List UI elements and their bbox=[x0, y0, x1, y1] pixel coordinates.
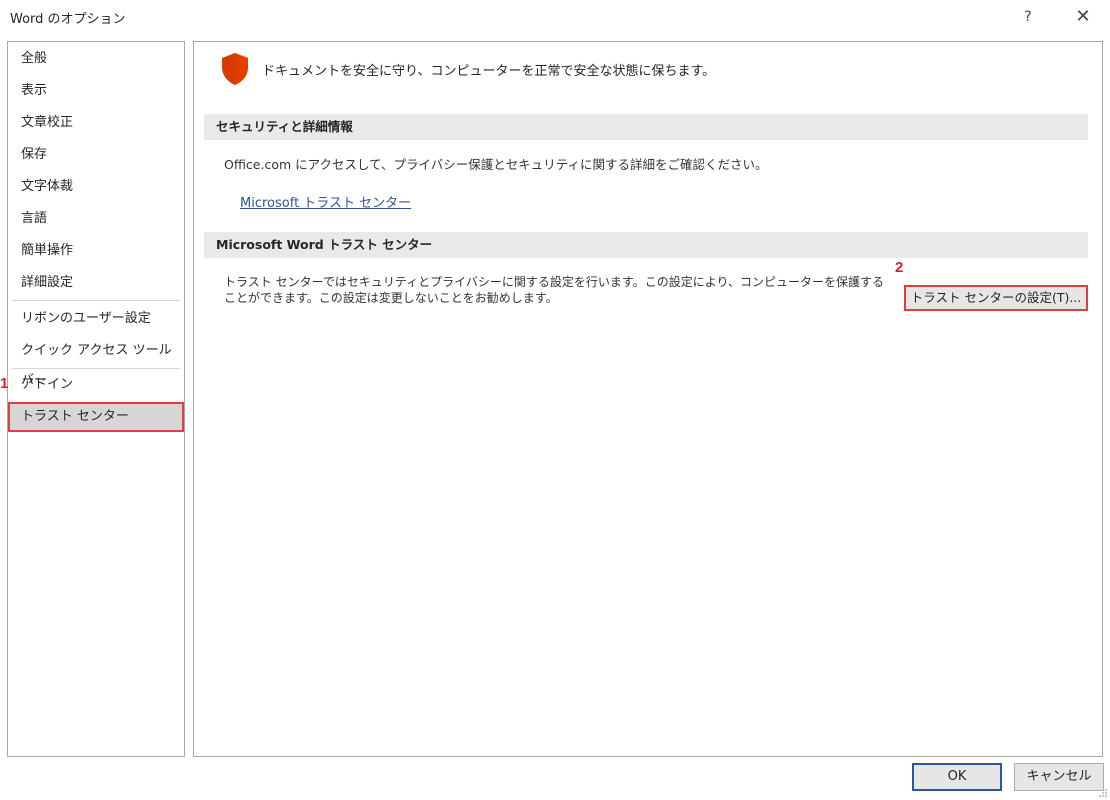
trust-section-header: Microsoft Word トラスト センター bbox=[204, 232, 1088, 258]
annotation-marker-1: 1 bbox=[0, 375, 9, 392]
annotation-marker-2: 2 bbox=[895, 259, 904, 276]
close-button[interactable]: ✕ bbox=[1068, 4, 1098, 30]
shield-icon bbox=[222, 53, 248, 85]
nav-item-quick-access-toolbar[interactable]: クイック アクセス ツール バー bbox=[8, 336, 184, 388]
nav-separator bbox=[12, 368, 180, 369]
security-text: Office.com にアクセスして、プライバシー保護とセキュリティに関する詳細… bbox=[224, 157, 768, 172]
content-panel: ドキュメントを安全に守り、コンピューターを正常で安全な状態に保ちます。 セキュリ… bbox=[193, 41, 1103, 757]
nav-separator bbox=[12, 300, 180, 301]
cancel-button[interactable]: キャンセル bbox=[1014, 763, 1104, 791]
nav-item-proofing[interactable]: 文章校正 bbox=[8, 108, 184, 138]
intro-text: ドキュメントを安全に守り、コンピューターを正常で安全な状態に保ちます。 bbox=[262, 64, 716, 79]
ok-button[interactable]: OK bbox=[912, 763, 1002, 791]
help-button[interactable]: ? bbox=[1014, 4, 1042, 30]
nav-item-advanced[interactable]: 詳細設定 bbox=[8, 268, 184, 298]
title-bar: Word のオプション ? ✕ bbox=[0, 0, 1110, 34]
security-section-header: セキュリティと詳細情報 bbox=[204, 114, 1088, 140]
nav-item-typography[interactable]: 文字体裁 bbox=[8, 172, 184, 202]
nav-item-addins[interactable]: アドイン bbox=[8, 370, 184, 400]
nav-item-display[interactable]: 表示 bbox=[8, 76, 184, 106]
microsoft-trust-center-link[interactable]: Microsoft トラスト センター bbox=[240, 192, 411, 211]
trust-description: トラスト センターではセキュリティとプライバシーに関する設定を行います。この設定… bbox=[224, 275, 884, 305]
nav-item-customize-ribbon[interactable]: リボンのユーザー設定 bbox=[8, 304, 184, 334]
nav-item-save[interactable]: 保存 bbox=[8, 140, 184, 170]
options-nav: 全般 表示 文章校正 保存 文字体裁 言語 簡単操作 詳細設定 リボンのユーザー… bbox=[7, 41, 185, 757]
trust-center-settings-button[interactable]: トラスト センターの設定(T)... bbox=[904, 285, 1088, 311]
nav-item-language[interactable]: 言語 bbox=[8, 204, 184, 234]
window-title: Word のオプション bbox=[10, 12, 126, 27]
resize-grip-icon[interactable] bbox=[1098, 788, 1108, 798]
nav-item-general[interactable]: 全般 bbox=[8, 44, 184, 74]
nav-item-accessibility[interactable]: 簡単操作 bbox=[8, 236, 184, 266]
nav-item-trust-center[interactable]: トラスト センター bbox=[8, 402, 184, 432]
